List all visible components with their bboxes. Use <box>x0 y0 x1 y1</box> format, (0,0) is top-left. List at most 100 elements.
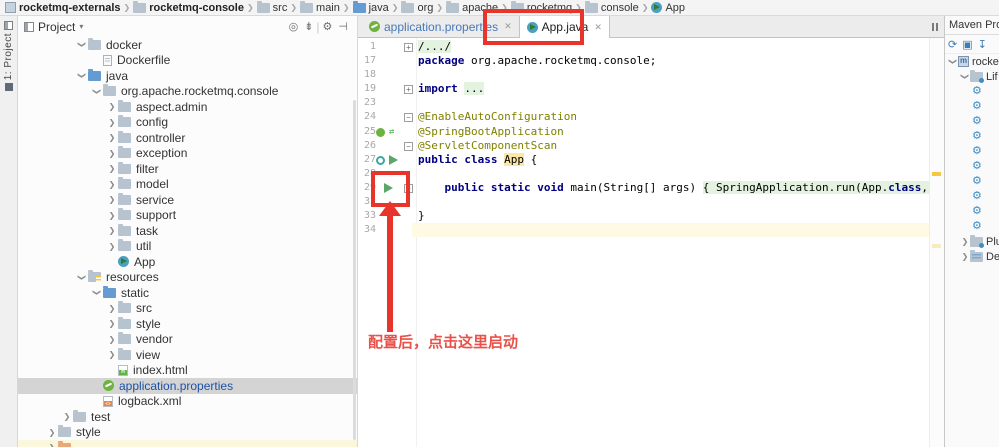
chevron-right-icon[interactable]: ❯ <box>106 242 118 251</box>
fold-marker[interactable]: + <box>404 85 413 95</box>
chevron-right-icon[interactable]: ❯ <box>46 428 58 437</box>
maven-item-goal[interactable]: ⚙ <box>945 99 999 114</box>
chevron-right-icon[interactable]: ❯ <box>106 164 118 173</box>
chevron-right-icon[interactable]: ❯ <box>106 180 118 189</box>
tree-item-service[interactable]: ❯ service <box>18 192 357 208</box>
breadcrumb-item-rocketmq-console[interactable]: rocketmq-console <box>133 0 244 14</box>
close-icon[interactable]: ✕ <box>594 22 602 33</box>
tree-item-aspect-admin[interactable]: ❯ aspect.admin <box>18 99 357 115</box>
chevron-right-icon[interactable]: ❯ <box>106 226 118 235</box>
tree-item-application-properties[interactable]: application.properties <box>18 378 357 394</box>
chevron-right-icon[interactable]: ❯ <box>106 350 118 359</box>
tree-item-dockerfile[interactable]: Dockerfile <box>18 53 357 69</box>
maven-item-lif[interactable]: ❯ Lif <box>945 69 999 84</box>
tree-item-item[interactable]: ❯ <box>18 440 357 447</box>
refresh-icon[interactable]: ⟳ <box>948 38 957 51</box>
tree-item-style[interactable]: ❯ style <box>18 425 357 441</box>
code-line-33[interactable]: 33} <box>358 209 930 223</box>
chevron-right-icon[interactable]: ❯ <box>106 335 118 344</box>
maven-item-goal[interactable]: ⚙ <box>945 159 999 174</box>
chevron-down-icon[interactable]: ❯ <box>961 72 970 82</box>
stripe-mark[interactable] <box>932 244 941 248</box>
tree-item-model[interactable]: ❯ model <box>18 177 357 193</box>
chevron-right-icon[interactable]: ❯ <box>61 412 73 421</box>
maven-item-rocke[interactable]: ❯rocke <box>945 54 999 69</box>
spring-refresh-icon[interactable]: ⇄ <box>389 125 394 139</box>
code-line-17[interactable]: 17 package org.apache.rocketmq.console; <box>358 54 930 68</box>
code-line-23[interactable]: 23 <box>358 96 930 110</box>
spring-bean-icon[interactable] <box>376 127 385 137</box>
tree-item-index-html[interactable]: index.html <box>18 363 357 379</box>
chevron-down-icon[interactable]: ❯ <box>78 39 87 51</box>
breadcrumb-item-src[interactable]: src <box>256 0 287 14</box>
maven-item-goal[interactable]: ⚙ <box>945 114 999 129</box>
breadcrumb-item-app[interactable]: App <box>651 2 685 14</box>
maven-item-goal[interactable]: ⚙ <box>945 129 999 144</box>
chevron-down-icon[interactable]: ▾ <box>79 22 83 31</box>
tree-item-util[interactable]: ❯ util <box>18 239 357 255</box>
chevron-right-icon[interactable]: ❯ <box>106 149 118 158</box>
tree-item-filter[interactable]: ❯ filter <box>18 161 357 177</box>
tree-item-logback-xml[interactable]: logback.xml <box>18 394 357 410</box>
tree-item-controller[interactable]: ❯ controller <box>18 130 357 146</box>
breadcrumb-item-console[interactable]: console <box>584 0 639 14</box>
stripe-mark[interactable] <box>932 172 941 176</box>
tree-item-static[interactable]: ❯ static <box>18 285 357 301</box>
maven-item-plu[interactable]: ❯Plu <box>945 234 999 249</box>
locate-icon[interactable]: ◎ <box>286 20 302 33</box>
tree-item-app[interactable]: App <box>18 254 357 270</box>
maven-item-goal[interactable]: ⚙ <box>945 144 999 159</box>
tree-item-exception[interactable]: ❯ exception <box>18 146 357 162</box>
tree-item-vendor[interactable]: ❯ vendor <box>18 332 357 348</box>
project-panel-title[interactable]: Project <box>38 20 75 34</box>
run-icon[interactable] <box>389 154 398 165</box>
tree-item-support[interactable]: ❯ support <box>18 208 357 224</box>
chevron-down-icon[interactable]: ❯ <box>78 70 87 82</box>
fold-marker[interactable]: + <box>404 43 413 52</box>
chevron-right-icon[interactable]: ❯ <box>106 304 118 313</box>
code-line-34[interactable]: 34 <box>358 223 930 238</box>
chevron-right-icon[interactable]: ❯ <box>106 211 118 220</box>
chevron-down-icon[interactable]: ❯ <box>949 57 958 67</box>
code-area[interactable]: 1 +/.../17 package org.apache.rocketmq.con… <box>358 38 930 447</box>
maven-item-goal[interactable]: ⚙ <box>945 84 999 99</box>
tree-item-config[interactable]: ❯ config <box>18 115 357 131</box>
project-tree-scrollbar[interactable] <box>353 100 356 440</box>
breadcrumb-item-main[interactable]: main <box>300 0 340 14</box>
maven-item-goal[interactable]: ⚙ <box>945 174 999 189</box>
tree-item-test[interactable]: ❯ test <box>18 409 357 425</box>
project-tool-window-button[interactable]: 1: Project <box>3 21 14 92</box>
collapse-all-icon[interactable]: ⇟ <box>301 20 316 33</box>
chevron-down-icon[interactable]: ❯ <box>93 85 102 97</box>
hide-icon[interactable]: ⊣ <box>335 20 351 33</box>
fold-marker[interactable]: − <box>404 141 413 151</box>
breadcrumb-item-java[interactable]: java <box>352 0 389 14</box>
chevron-right-icon[interactable]: ❯ <box>106 319 118 328</box>
maven-item-goal[interactable]: ⚙ <box>945 204 999 219</box>
chevron-right-icon[interactable]: ❯ <box>960 252 970 261</box>
tree-item-org-apache-rocketmq-console[interactable]: ❯ org.apache.rocketmq.console <box>18 84 357 100</box>
code-line-32[interactable]: 32 <box>358 195 930 209</box>
breadcrumb-item-rocketmq-externals[interactable]: rocketmq-externals <box>5 2 121 14</box>
maven-item-goal[interactable]: ⚙ <box>945 189 999 204</box>
code-line-26[interactable]: 26− @ServletComponentScan <box>358 139 930 153</box>
tree-item-src[interactable]: ❯ src <box>18 301 357 317</box>
chevron-right-icon[interactable]: ❯ <box>960 237 970 246</box>
code-line-29[interactable]: 29 + public static void main(String[] arg… <box>358 180 930 195</box>
breadcrumb-item-org[interactable]: org <box>401 0 433 14</box>
chevron-right-icon[interactable]: ❯ <box>106 102 118 111</box>
code-line-27[interactable]: 27 public class App { <box>358 152 930 167</box>
run-class-icon[interactable] <box>376 155 385 165</box>
chevron-down-icon[interactable]: ❯ <box>78 271 87 283</box>
generate-sources-icon[interactable]: ▣ <box>962 38 972 51</box>
tree-item-style[interactable]: ❯ style <box>18 316 357 332</box>
fold-marker[interactable]: − <box>404 113 413 123</box>
code-line-25[interactable]: 25 ⇄ @SpringBootApplication <box>358 125 930 139</box>
code-line-24[interactable]: 24− @EnableAutoConfiguration <box>358 110 930 124</box>
settings-icon[interactable]: ⚙ <box>320 20 336 33</box>
maven-item-goal[interactable]: ⚙ <box>945 219 999 234</box>
chevron-right-icon[interactable]: ❯ <box>106 118 118 127</box>
chevron-down-icon[interactable]: ❯ <box>93 287 102 299</box>
tree-item-view[interactable]: ❯ view <box>18 347 357 363</box>
tree-item-java[interactable]: ❯ java <box>18 68 357 84</box>
